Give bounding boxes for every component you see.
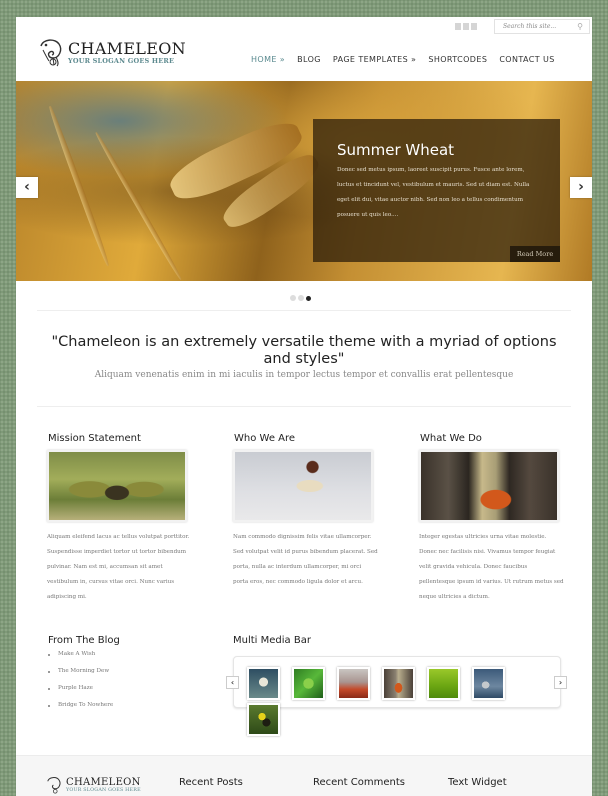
footer-heading-text-widget: Text Widget [448,777,507,788]
slider-dot-3-active[interactable] [306,295,311,301]
blog-list-item[interactable]: Make A Wish [48,651,120,668]
site-slogan: YOUR SLOGAN GOES HERE [68,56,175,65]
divider [37,310,571,311]
footer-site-title: CHAMELEON [66,777,141,788]
rss-icon[interactable] [463,23,469,30]
column-title: What We Do [420,433,482,444]
twitter-icon[interactable] [455,23,461,30]
column-text: Nam commodo dignissim felis vitae ullamc… [233,534,378,585]
slide-image-wheat-detail [47,105,111,267]
farmer-image[interactable] [47,450,187,522]
chameleon-logo-icon [47,777,61,794]
slide-caption: Summer Wheat Donec sed metus ipsum, laor… [313,119,560,262]
footer: CHAMELEON YOUR SLOGAN GOES HERE Recent P… [16,755,592,796]
footer-logo[interactable]: CHAMELEON YOUR SLOGAN GOES HERE [45,775,141,795]
nav-page-templates[interactable]: PAGE TEMPLATES » [333,55,416,64]
media-thumb-grass[interactable] [427,667,460,700]
media-thumb-forest[interactable] [337,667,370,700]
column-mission-statement: Mission Statement Aliquam eleifend lacus… [47,433,197,605]
site-logo[interactable]: CHAMELEON YOUR SLOGAN GOES HERE [37,36,186,68]
media-prev-button[interactable]: ‹ [226,676,239,689]
search-icon[interactable]: ⚲ [577,22,583,31]
slide-title: Summer Wheat [337,141,455,159]
nav-shortcodes[interactable]: SHORTCODES [428,55,487,64]
media-thumb-elephants[interactable] [472,667,505,700]
nav-home[interactable]: HOME » [251,55,285,64]
search-placeholder: Search this site... [503,23,557,30]
footer-heading-recent-posts: Recent Posts [179,777,243,788]
blog-list-item[interactable]: Bridge To Nowhere [48,702,120,719]
blog-title: From The Blog [48,635,120,646]
column-title: Who We Are [234,433,296,444]
slider-next-button[interactable]: › [570,177,592,198]
featured-slider: Summer Wheat Donec sed metus ipsum, laor… [16,81,592,281]
read-more-button[interactable]: Read More [510,246,560,262]
chameleon-logo-icon [40,39,62,67]
footer-site-slogan: YOUR SLOGAN GOES HERE [66,788,141,793]
social-icons [455,23,477,30]
nav-contact-us[interactable]: CONTACT US [499,55,554,64]
search-input[interactable]: Search this site... ⚲ [494,19,590,34]
blog-list-item[interactable]: The Morning Dew [48,668,120,685]
facebook-icon[interactable] [471,23,477,30]
media-thumb-dandelion[interactable] [247,667,280,700]
chevron-right-icon: › [578,179,584,195]
slider-dot-1[interactable] [290,295,296,301]
column-text: Integer egestas ultricies urna vitae mol… [419,534,564,600]
dancer-image[interactable] [233,450,373,522]
media-next-button[interactable]: › [554,676,567,689]
slider-pagination [290,295,311,301]
media-thumb-monk[interactable] [382,667,415,700]
monk-image[interactable] [419,450,559,522]
tagline-quote: "Chameleon is an extremely versatile the… [51,334,557,367]
divider [37,406,571,407]
slide-text: Donec sed metus ipsum, laoreet suscipit … [337,167,530,218]
nav-blog[interactable]: BLOG [297,55,321,64]
footer-heading-recent-comments: Recent Comments [313,777,405,788]
media-bar-title: Multi Media Bar [233,635,311,646]
page-container: CHAMELEON YOUR SLOGAN GOES HERE Search t… [16,17,592,796]
slider-prev-button[interactable]: ‹ [16,177,38,198]
slider-dot-2[interactable] [298,295,304,301]
column-what-we-do: What We Do Integer egestas ultricies urn… [419,433,569,605]
chevron-left-icon: ‹ [230,678,235,687]
blog-list: Make A Wish The Morning Dew Purple Haze … [48,651,120,719]
site-title: CHAMELEON [68,38,186,58]
chevron-right-icon: › [558,678,563,687]
media-thumb-toucan[interactable] [247,703,280,736]
column-who-we-are: Who We Are Nam commodo dignissim felis v… [233,433,383,590]
column-text: Aliquam eleifend lacus ac tellus volutpa… [47,534,190,600]
media-thumb-leaves[interactable] [292,667,325,700]
chevron-left-icon: ‹ [24,179,30,195]
blog-list-item[interactable]: Purple Haze [48,685,120,702]
from-the-blog: From The Blog Make A Wish The Morning De… [48,635,120,719]
main-nav: HOME » BLOG PAGE TEMPLATES » SHORTCODES … [251,55,555,64]
tagline-subtitle: Aliquam venenatis enim in mi iaculis in … [94,370,514,380]
column-title: Mission Statement [48,433,141,444]
